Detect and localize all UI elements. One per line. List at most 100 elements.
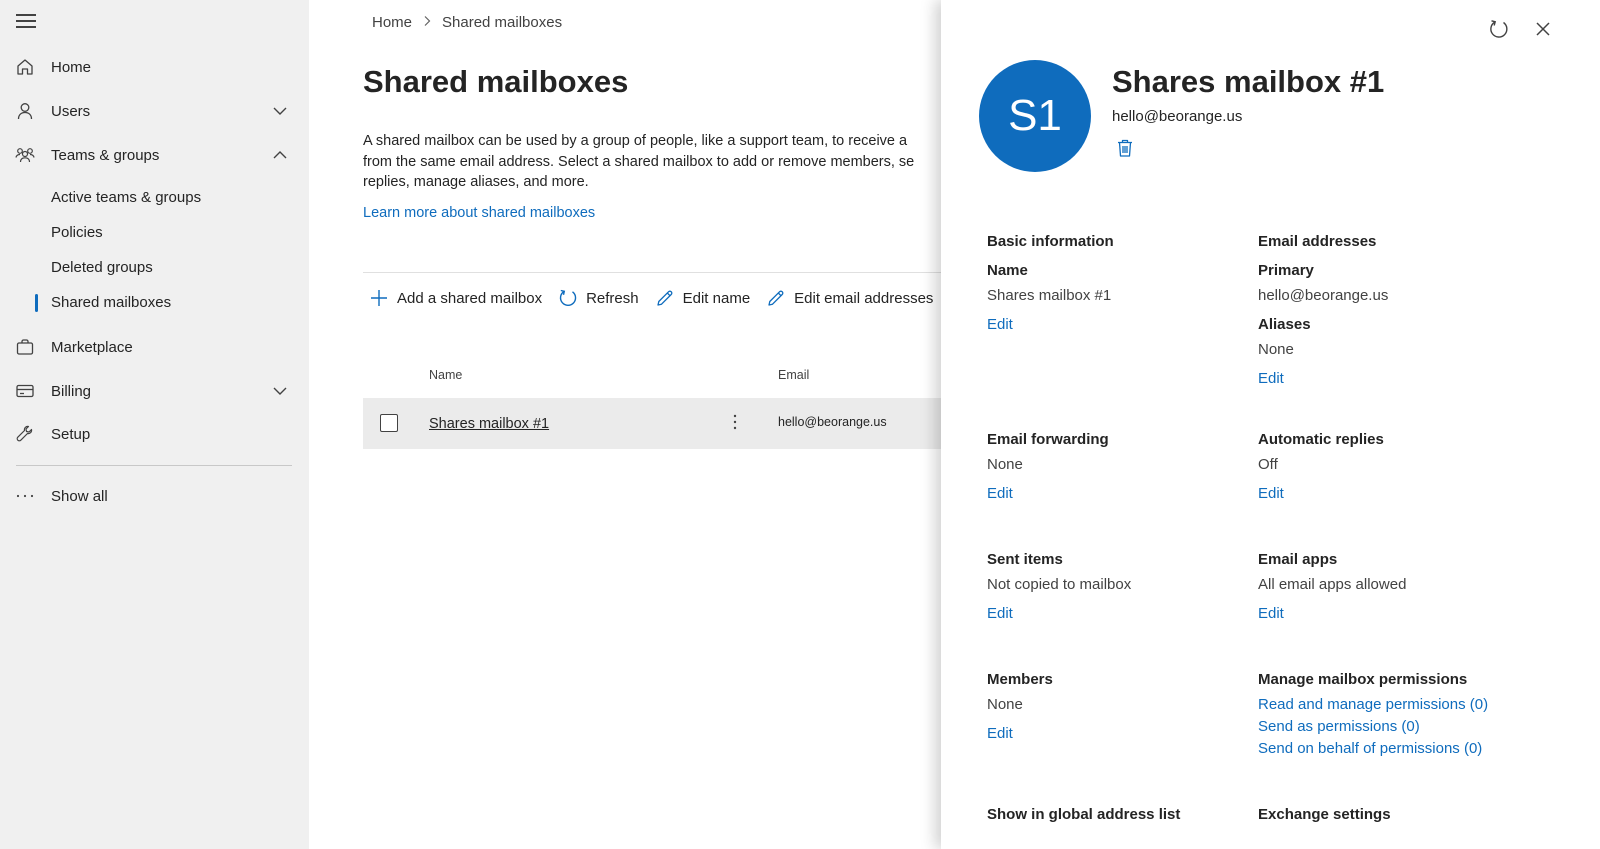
breadcrumb-current: Shared mailboxes [442, 14, 563, 31]
section-heading: Email forwarding [987, 431, 1109, 448]
breadcrumb: Home Shared mailboxes [372, 14, 562, 31]
page-description: A shared mailbox can be used by a group … [363, 133, 915, 190]
row-checkbox[interactable] [380, 414, 398, 432]
refresh-icon [559, 289, 577, 306]
sidebar-subitem-deleted-groups[interactable]: Deleted groups [51, 259, 153, 276]
section-heading: Show in global address list [987, 806, 1181, 823]
nav-item-billing[interactable]: Billing [0, 373, 309, 409]
command-bar: Add a shared mailbox Refresh Edit name E… [369, 288, 949, 308]
field-value: None [987, 456, 1023, 473]
button-label: Refresh [586, 289, 639, 307]
nav-label: Billing [51, 382, 92, 400]
shopping-bag-icon [15, 337, 35, 357]
learn-more-link[interactable]: Learn more about shared mailboxes [363, 205, 595, 221]
field-value: None [1258, 341, 1294, 358]
edit-name-button[interactable]: Edit name [655, 288, 751, 308]
section-heading: Members [987, 671, 1053, 688]
section-heading: Basic information [987, 233, 1114, 250]
chevron-down-icon[interactable] [272, 383, 288, 399]
section-heading: Email addresses [1258, 233, 1377, 250]
section-sent-items: Sent items Not copied to mailbox Edit [987, 551, 1257, 623]
edit-members-link[interactable]: Edit [987, 725, 1013, 742]
field-value: All email apps allowed [1258, 576, 1407, 593]
button-label: Edit name [682, 289, 751, 307]
hamburger-menu-icon[interactable] [16, 14, 36, 30]
refresh-button[interactable]: Refresh [558, 288, 639, 308]
sidebar-subitem-active-teams[interactable]: Active teams & groups [51, 189, 201, 206]
section-basic-information: Basic information Name Shares mailbox #1… [987, 233, 1257, 334]
breadcrumb-home[interactable]: Home [372, 14, 412, 31]
more-actions-icon[interactable] [733, 412, 737, 432]
nav-item-marketplace[interactable]: Marketplace [0, 329, 309, 365]
nav-label: Setup [51, 425, 91, 443]
column-header-email[interactable]: Email [778, 368, 809, 382]
row-name-link[interactable]: Shares mailbox #1 [429, 416, 549, 432]
pencil-icon [656, 290, 673, 306]
button-label: Add a shared mailbox [397, 289, 543, 307]
chevron-right-icon [422, 14, 432, 31]
nav-label: Marketplace [51, 338, 133, 356]
people-team-icon [15, 145, 35, 165]
table-row[interactable]: Shares mailbox #1 hello@beorange.us [363, 398, 953, 449]
read-manage-permissions-link[interactable]: Read and manage permissions (0) [1258, 694, 1528, 716]
send-as-permissions-link[interactable]: Send as permissions (0) [1258, 716, 1528, 738]
nav-item-teams-groups[interactable]: Teams & groups [0, 137, 309, 173]
chevron-down-icon[interactable] [272, 103, 288, 119]
edit-auto-replies-link[interactable]: Edit [1258, 485, 1284, 502]
left-nav: Home Users Teams & groups Active teams &… [0, 0, 309, 849]
panel-title: Shares mailbox #1 [1112, 64, 1385, 99]
edit-email-addresses-link[interactable]: Edit [1258, 370, 1284, 387]
avatar: S1 [979, 60, 1091, 172]
page-title: Shared mailboxes [363, 64, 629, 99]
section-mailbox-permissions: Manage mailbox permissions Read and mana… [1258, 671, 1528, 760]
field-label: Name [987, 262, 1028, 279]
delete-trash-icon[interactable] [1116, 138, 1134, 158]
field-value: hello@beorange.us [1258, 287, 1389, 304]
nav-item-setup[interactable]: Setup [0, 416, 309, 452]
home-icon [15, 57, 35, 77]
section-heading: Automatic replies [1258, 431, 1384, 448]
nav-item-home[interactable]: Home [0, 49, 309, 85]
chevron-up-icon[interactable] [272, 147, 288, 163]
main-content: Home Shared mailboxes Shared mailboxes A… [309, 0, 953, 849]
nav-label: Users [51, 102, 91, 120]
column-header-name[interactable]: Name [429, 368, 462, 382]
active-indicator [35, 294, 38, 312]
section-heading: Manage mailbox permissions [1258, 671, 1468, 688]
field-value: None [987, 696, 1023, 713]
edit-basic-info-link[interactable]: Edit [987, 316, 1013, 333]
credit-card-icon [15, 381, 35, 401]
sidebar-subitem-policies[interactable]: Policies [51, 224, 103, 241]
toolbar-divider [363, 272, 953, 273]
section-email-forwarding: Email forwarding None Edit [987, 431, 1257, 503]
section-heading: Sent items [987, 551, 1063, 568]
sidebar-subitem-shared-mailboxes[interactable]: Shared mailboxes [51, 294, 171, 311]
section-exchange-settings: Exchange settings [1258, 806, 1528, 823]
field-label: Aliases [1258, 316, 1311, 333]
row-email: hello@beorange.us [778, 415, 887, 429]
edit-forwarding-link[interactable]: Edit [987, 485, 1013, 502]
pencil-icon [768, 290, 784, 306]
section-members: Members None Edit [987, 671, 1257, 743]
edit-email-addresses-button[interactable]: Edit email addresses [766, 288, 933, 308]
add-shared-mailbox-button[interactable]: Add a shared mailbox [369, 288, 542, 308]
close-icon[interactable] [1532, 18, 1554, 40]
wrench-icon [15, 424, 35, 444]
user-icon [15, 101, 35, 121]
nav-item-show-all[interactable]: Show all [0, 478, 309, 514]
sidebar-divider [16, 465, 292, 466]
section-email-apps: Email apps All email apps allowed Edit [1258, 551, 1528, 623]
edit-email-apps-link[interactable]: Edit [1258, 605, 1284, 622]
details-panel: S1 Shares mailbox #1 hello@beorange.us B… [941, 0, 1600, 849]
ellipsis-icon [15, 486, 35, 506]
nav-item-users[interactable]: Users [0, 93, 309, 129]
section-heading: Exchange settings [1258, 806, 1391, 823]
field-value: Shares mailbox #1 [987, 287, 1112, 304]
send-on-behalf-permissions-link[interactable]: Send on behalf of permissions (0) [1258, 738, 1528, 760]
edit-sent-items-link[interactable]: Edit [987, 605, 1013, 622]
refresh-icon[interactable] [1488, 18, 1510, 40]
panel-email: hello@beorange.us [1112, 108, 1243, 125]
nav-label: Show all [51, 487, 108, 505]
nav-label: Teams & groups [51, 146, 160, 164]
button-label: Edit email addresses [794, 289, 934, 307]
